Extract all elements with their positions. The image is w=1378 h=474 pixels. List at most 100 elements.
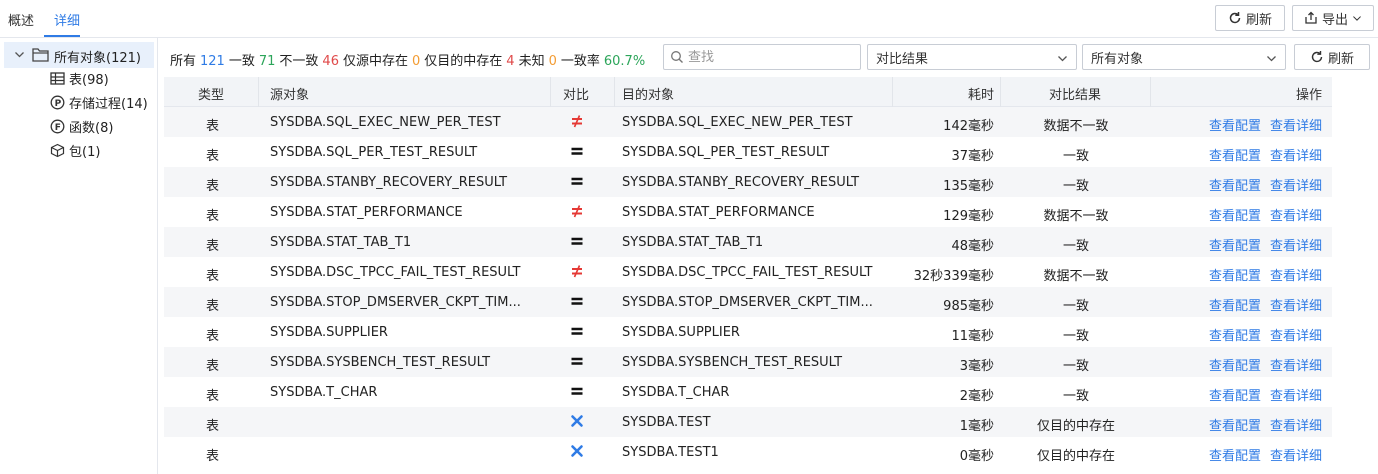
- tab-detail[interactable]: 详细: [54, 10, 80, 29]
- view-detail-link[interactable]: 查看详细: [1270, 205, 1322, 224]
- column-divider: [892, 77, 893, 107]
- view-config-link[interactable]: 查看配置: [1209, 115, 1261, 134]
- view-detail-link[interactable]: 查看详细: [1270, 295, 1322, 314]
- refresh-button[interactable]: 刷新: [1215, 5, 1285, 31]
- stat-rate-value: 60.7%: [603, 54, 646, 69]
- col-header-target[interactable]: 目的对象: [622, 84, 674, 103]
- table-body: 表 SYSDBA.SQL_EXEC_NEW_PER_TEST SYSDBA.SQL_…: [164, 107, 1332, 474]
- search-input[interactable]: [688, 49, 848, 65]
- result-filter-select[interactable]: 对比结果: [867, 44, 1077, 70]
- col-header-source[interactable]: 源对象: [270, 84, 309, 103]
- view-detail-link[interactable]: 查看详细: [1270, 175, 1322, 194]
- cell-time: 1毫秒: [959, 419, 994, 434]
- col-header-time[interactable]: 耗时: [968, 84, 994, 103]
- view-detail-link[interactable]: 查看详细: [1270, 445, 1322, 464]
- view-config-link[interactable]: 查看配置: [1209, 295, 1261, 314]
- view-detail-link[interactable]: 查看详细: [1270, 415, 1322, 434]
- cell-target: SYSDBA.SUPPLIER: [622, 325, 740, 340]
- folder-icon: [32, 48, 49, 62]
- missing-x-icon: [571, 415, 583, 427]
- refresh-icon: [1229, 12, 1241, 24]
- view-detail-link[interactable]: 查看详细: [1270, 385, 1322, 404]
- cell-result: 数据不一致: [1043, 209, 1109, 224]
- tree-item-functions[interactable]: F 函数(8): [50, 116, 113, 136]
- cell-time: 2毫秒: [959, 389, 994, 404]
- summary-stats: 所有 121 一致 71 不一致 46 仅源中存在 0 仅目的中存在 4 未知 0 一致率 60.7%: [170, 50, 649, 69]
- stat-unknown-count: 0: [548, 54, 557, 69]
- view-config-link[interactable]: 查看配置: [1209, 235, 1261, 254]
- view-config-link[interactable]: 查看配置: [1209, 265, 1261, 284]
- search-box[interactable]: [663, 44, 861, 70]
- view-detail-link[interactable]: 查看详细: [1270, 325, 1322, 344]
- cell-time: 32秒339毫秒: [913, 269, 994, 284]
- export-icon: [1305, 11, 1317, 24]
- view-config-link[interactable]: 查看配置: [1209, 205, 1261, 224]
- view-config-link[interactable]: 查看配置: [1209, 175, 1261, 194]
- tree-root-all-objects[interactable]: 所有对象(121): [4, 42, 154, 68]
- view-config-link[interactable]: 查看配置: [1209, 385, 1261, 404]
- table-row[interactable]: 表 SYSDBA.SQL_EXEC_NEW_PER_TEST SYSDBA.SQL_…: [164, 107, 1332, 137]
- table-row[interactable]: 表 SYSDBA.DSC_TPCC_FAIL_TEST_RESULT SYSDBA.…: [164, 257, 1332, 287]
- view-detail-link[interactable]: 查看详细: [1270, 355, 1322, 374]
- cell-type: 表: [206, 209, 220, 224]
- tree-item-packages[interactable]: 包(1): [50, 140, 100, 160]
- function-icon: F: [50, 119, 65, 133]
- table-header: 类型 源对象 对比 目的对象 耗时 对比结果 操作: [164, 77, 1332, 107]
- table-row[interactable]: 表 SYSDBA.SYSBENCH_TEST_RESULT SYSDBA.SYSBE…: [164, 347, 1332, 377]
- active-tab-indicator: [44, 35, 80, 37]
- col-header-compare[interactable]: 对比: [563, 84, 589, 103]
- view-detail-link[interactable]: 查看详细: [1270, 235, 1322, 254]
- view-config-link[interactable]: 查看配置: [1209, 415, 1261, 434]
- table-row[interactable]: 表 SYSDBA.STANBY_RECOVERY_RESULT SYSDBA.STA…: [164, 167, 1332, 197]
- top-tab-bar: 概述 详细 刷新 导出: [0, 0, 1378, 38]
- cell-time: 3毫秒: [959, 359, 994, 374]
- svg-text:P: P: [55, 99, 62, 109]
- tree-item-label: 包(1): [69, 144, 101, 160]
- cell-type: 表: [206, 149, 220, 164]
- table-row[interactable]: 表 SYSDBA.STAT_PERFORMANCE SYSDBA.STAT_PERF…: [164, 197, 1332, 227]
- export-label: 导出: [1321, 12, 1348, 28]
- result-filter-value: 对比结果: [876, 51, 929, 67]
- cell-type: 表: [206, 269, 220, 284]
- tree-item-procedures[interactable]: P 存储过程(14): [50, 92, 148, 112]
- view-config-link[interactable]: 查看配置: [1209, 445, 1261, 464]
- view-config-link[interactable]: 查看配置: [1209, 325, 1261, 344]
- cell-time: 11毫秒: [951, 329, 994, 344]
- package-icon: [50, 143, 65, 157]
- tree-item-label: 表(98): [69, 72, 109, 88]
- table-row[interactable]: 表 SYSDBA.SUPPLIER SYSDBA.SUPPLIER 11毫秒 一致 查看配…: [164, 317, 1332, 347]
- tab-overview[interactable]: 概述: [8, 10, 34, 29]
- cell-compare: [570, 113, 584, 129]
- view-detail-link[interactable]: 查看详细: [1270, 115, 1322, 134]
- tree-item-label: 函数(8): [69, 120, 114, 136]
- table-row[interactable]: 表 SYSDBA.STOP_DMSERVER_CKPT_TIM... SYSDBA.…: [164, 287, 1332, 317]
- cell-source: SYSDBA.T_CHAR: [270, 385, 378, 400]
- tree-root-label: 所有对象(121): [54, 51, 141, 66]
- cell-source: SYSDBA.SUPPLIER: [270, 325, 388, 340]
- col-header-result[interactable]: 对比结果: [1049, 84, 1101, 103]
- table-row[interactable]: 表 SYSDBA.STAT_TAB_T1 SYSDBA.STAT_TAB_T1 48毫…: [164, 227, 1332, 257]
- object-filter-select[interactable]: 所有对象: [1082, 44, 1286, 70]
- object-filter-value: 所有对象: [1091, 51, 1144, 67]
- view-config-link[interactable]: 查看配置: [1209, 355, 1261, 374]
- col-header-type[interactable]: 类型: [198, 84, 224, 103]
- cell-time: 129毫秒: [943, 209, 994, 224]
- table-row[interactable]: 表 SYSDBA.TEST 1毫秒 仅目的中存在 查看配置 查看详细: [164, 407, 1332, 437]
- table-row[interactable]: 表 SYSDBA.TEST1 0毫秒 仅目的中存在 查看配置 查看详细: [164, 437, 1332, 467]
- tree-item-tables[interactable]: 表(98): [50, 68, 109, 88]
- table-row[interactable]: 表 SYSDBA.T_CHAR SYSDBA.T_CHAR 2毫秒 一致 查看配置 查看详细: [164, 377, 1332, 407]
- view-detail-link[interactable]: 查看详细: [1270, 145, 1322, 164]
- cell-type: 表: [206, 239, 220, 254]
- view-config-link[interactable]: 查看配置: [1209, 145, 1261, 164]
- not-equal-icon: [572, 265, 582, 278]
- missing-x-icon: [571, 445, 583, 457]
- cell-source: SYSDBA.DSC_TPCC_FAIL_TEST_RESULT: [270, 265, 521, 280]
- search-icon: [671, 51, 683, 63]
- export-button[interactable]: 导出: [1292, 5, 1374, 31]
- refresh-table-button[interactable]: 刷新: [1294, 44, 1370, 70]
- table-row[interactable]: 表 SYSDBA.SQL_PER_TEST_RESULT SYSDBA.SQL_PE…: [164, 137, 1332, 167]
- view-detail-link[interactable]: 查看详细: [1270, 265, 1322, 284]
- table-icon: [50, 71, 65, 85]
- cell-result: 仅目的中存在: [1036, 449, 1115, 464]
- procedure-icon: P: [50, 95, 65, 109]
